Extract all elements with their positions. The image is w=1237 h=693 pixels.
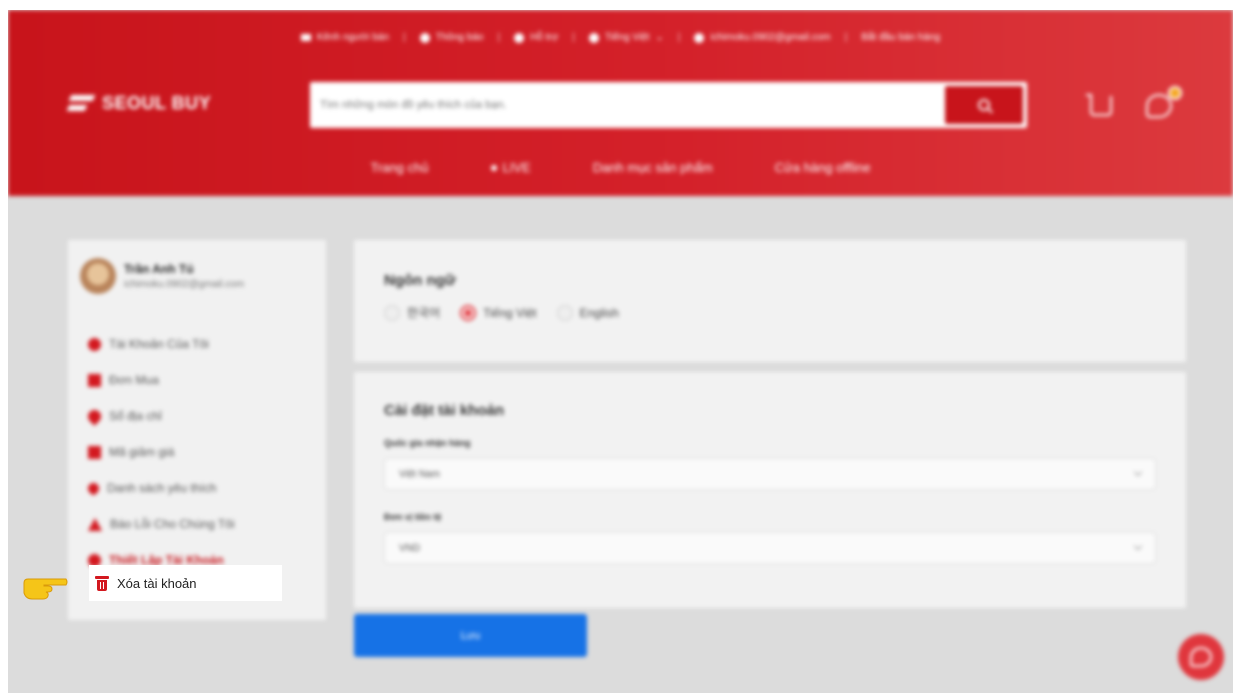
nav-live[interactable]: LIVE [490, 160, 531, 175]
search-input[interactable] [310, 82, 945, 128]
account-sidebar: Trần Anh Tú ichimoku.0902@gmail.com Tài … [68, 240, 326, 620]
heart-icon [85, 480, 102, 496]
cart-icon[interactable] [1086, 94, 1112, 116]
main-nav: Trang chủ LIVE Danh mục sản phẩm Cửa hàn… [8, 160, 1233, 175]
warning-icon [88, 517, 102, 531]
language-dropdown[interactable]: Tiếng Việt ⌄ [588, 32, 664, 43]
seller-channel-link[interactable]: Kênh người bán [300, 32, 389, 43]
sidebar-menu: Tài Khoản Của Tôi Đơn Mua Sổ địa chỉ Mã … [85, 326, 235, 578]
country-select[interactable]: Việt Nam [384, 458, 1156, 490]
support-link[interactable]: Hỗ trợ [514, 32, 558, 43]
site-header: Kênh người bán | Thông báo | Hỗ trợ | Ti… [8, 10, 1233, 196]
top-bar: Kênh người bán | Thông báo | Hỗ trợ | Ti… [8, 32, 1233, 43]
user-icon [88, 337, 101, 351]
nav-categories[interactable]: Danh mục sản phẩm [593, 160, 713, 175]
chevron-down-icon [1133, 541, 1143, 551]
logo-mark-icon [68, 92, 94, 114]
site-logo[interactable]: SEOUL BUY [68, 92, 211, 114]
chat-icon[interactable] [1146, 94, 1172, 118]
currency-label: Đơn vị tiền tệ [384, 512, 442, 522]
language-title: Ngôn ngữ [384, 272, 456, 289]
headset-icon [514, 32, 525, 43]
sidebar-item-report-bug[interactable]: Báo Lỗi Cho Chúng Tôi [88, 506, 235, 542]
chevron-down-icon [1133, 467, 1143, 477]
account-settings-title: Cài đặt tài khoản [384, 402, 505, 419]
notifications-link[interactable]: Thông báo [419, 32, 483, 43]
sidebar-item-orders[interactable]: Đơn Mua [88, 362, 235, 398]
bell-icon [419, 32, 430, 43]
delete-account-label: Xóa tài khoản [117, 575, 197, 591]
nav-offline-stores[interactable]: Cửa hàng offline [775, 160, 871, 175]
radio-option-vietnamese[interactable]: Tiếng Việt [460, 304, 537, 321]
globe-icon [588, 32, 599, 43]
document-icon [88, 373, 101, 387]
store-icon [300, 34, 311, 41]
radio-vietnamese[interactable] [460, 304, 477, 321]
user-icon [694, 32, 705, 43]
nav-home[interactable]: Trang chủ [370, 160, 428, 175]
country-label: Quốc gia nhận hàng [384, 438, 471, 448]
trash-icon [95, 575, 109, 591]
start-selling-link[interactable]: Bắt đầu bán hàng [861, 32, 940, 43]
user-name: Trần Anh Tú [124, 262, 194, 276]
currency-select[interactable]: VND [384, 532, 1156, 564]
avatar [80, 258, 116, 294]
user-profile: Trần Anh Tú ichimoku.0902@gmail.com [80, 258, 244, 294]
radio-korean[interactable] [384, 304, 400, 321]
radio-option-korean[interactable]: 한국어 [384, 304, 440, 321]
language-card: Ngôn ngữ 한국어 Tiếng Việt English [354, 240, 1186, 362]
sidebar-item-wishlist[interactable]: Danh sách yêu thích [85, 470, 235, 506]
radio-option-english[interactable]: English [556, 304, 619, 321]
search-bar [310, 82, 1027, 128]
search-button[interactable] [945, 86, 1023, 124]
floating-chat-button[interactable] [1178, 634, 1224, 680]
radio-english[interactable] [556, 304, 573, 321]
user-email: ichimoku.0902@gmail.com [124, 279, 245, 290]
account-settings-card: Cài đặt tài khoản Quốc gia nhận hàng Việ… [354, 372, 1186, 608]
sidebar-item-address-book[interactable]: Sổ địa chỉ [85, 398, 235, 434]
sidebar-item-delete-account[interactable]: Xóa tài khoản [89, 565, 282, 601]
notification-badge [1168, 86, 1182, 100]
search-icon [978, 99, 990, 111]
pointing-hand-icon [23, 578, 68, 600]
account-email-link[interactable]: ichimoku.0902@gmail.com [694, 32, 831, 43]
location-pin-icon [85, 406, 104, 426]
sidebar-item-my-account[interactable]: Tài Khoản Của Tôi [88, 326, 235, 362]
sidebar-item-vouchers[interactable]: Mã giảm giá [88, 434, 235, 470]
language-radio-group: 한국어 Tiếng Việt English [384, 304, 629, 321]
live-dot-icon [490, 164, 497, 171]
save-button[interactable]: Lưu [354, 614, 587, 657]
voucher-icon [88, 445, 101, 459]
